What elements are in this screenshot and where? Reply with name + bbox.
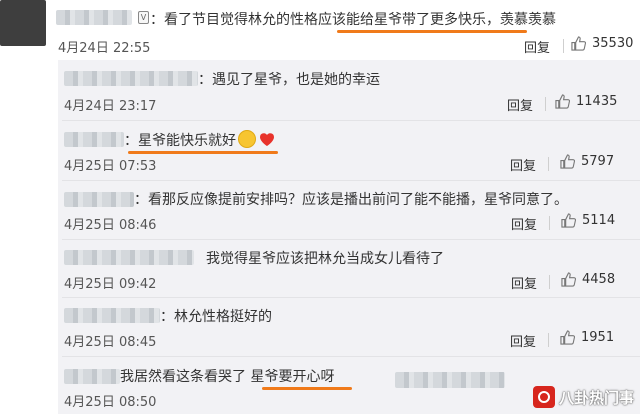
username-blurred[interactable] <box>64 250 194 265</box>
row-divider <box>62 120 640 121</box>
username-blurred[interactable] <box>64 369 120 384</box>
reply-text: 我觉得星爷应该把林允当成女儿看待了 <box>206 251 444 267</box>
reply-time: 4月24日 23:17 <box>64 99 157 114</box>
reply-text: ：看那反应像提前安排吗？应该是播出前问了能不能播，星爷同意了。 <box>134 192 568 208</box>
heart-icon <box>260 133 274 146</box>
reply-button[interactable]: 回复 <box>511 273 537 292</box>
watermark: 八卦热门事 <box>532 386 634 408</box>
divider <box>545 97 546 111</box>
divider <box>549 275 550 289</box>
username-blurred[interactable] <box>64 192 134 207</box>
main-comment-prefix: ：看了节目觉得林允的 <box>150 12 290 28</box>
divider <box>549 216 550 230</box>
divider <box>563 39 564 53</box>
like-count: 11435 <box>576 94 618 109</box>
row-divider <box>62 297 640 298</box>
reply-text: 我居然看这条看哭了 星爷要开心呀 <box>120 366 334 386</box>
reply-time: 4月25日 08:45 <box>64 335 157 350</box>
reply-time: 4月25日 09:42 <box>64 277 157 292</box>
like-button[interactable]: 1951 <box>560 330 614 345</box>
reply-button[interactable]: 回复 <box>511 214 537 233</box>
blurred-area <box>395 372 505 388</box>
username-blurred[interactable] <box>64 132 124 147</box>
like-count: 5797 <box>581 154 615 169</box>
thumbs-up-icon <box>561 213 576 228</box>
reply-text-prefix: 我居然看这条看哭了 <box>120 369 251 385</box>
thumbs-up-icon <box>560 330 575 345</box>
row-divider <box>62 239 640 240</box>
main-comment-text: ：看了节目觉得林允的性格应该能给星爷带了更多快乐，羡慕羡慕 <box>150 9 556 29</box>
thumbs-up-icon <box>561 272 576 287</box>
like-button[interactable]: 5797 <box>560 154 614 169</box>
like-button[interactable]: 35530 <box>571 36 633 51</box>
like-count: 4458 <box>582 272 616 287</box>
main-comment-highlight: 性格应该能给星爷带了更多快乐 <box>290 12 486 28</box>
reply-highlight-underline <box>128 151 278 154</box>
reply-time: 4月25日 07:53 <box>64 159 157 174</box>
thumbs-up-icon <box>571 36 586 51</box>
main-highlight-underline <box>337 30 527 33</box>
username-blurred[interactable] <box>64 308 160 323</box>
like-button[interactable]: 4458 <box>561 272 615 287</box>
reply-button[interactable]: 回复 <box>510 331 536 350</box>
reply-time: 4月25日 08:50 <box>64 395 157 410</box>
thumbs-up-icon <box>555 94 570 109</box>
reply-highlight-underline <box>262 387 352 390</box>
reply-button[interactable]: 回复 <box>510 155 536 174</box>
main-comment: V ：看了节目觉得林允的性格应该能给星爷带了更多快乐，羡慕羡慕 4月24日 22… <box>0 0 640 60</box>
divider <box>548 333 549 347</box>
watermark-logo-icon <box>532 386 555 408</box>
reply-text: ：星爷能快乐就好 <box>124 133 236 149</box>
like-button[interactable]: 11435 <box>555 94 617 109</box>
like-count: 5114 <box>582 213 616 228</box>
username-blurred[interactable] <box>64 71 198 86</box>
main-comment-suffix: ，羡慕羡慕 <box>486 12 556 28</box>
avatar[interactable] <box>0 0 46 46</box>
watermark-text: 八卦热门事 <box>558 388 634 407</box>
crying-emoji-icon <box>238 130 256 148</box>
divider <box>548 157 549 171</box>
row-divider <box>62 356 640 357</box>
reply-time: 4月25日 08:46 <box>64 218 157 233</box>
like-count: 35530 <box>592 36 634 51</box>
thumbs-up-icon <box>560 154 575 169</box>
reply-button[interactable]: 回复 <box>507 95 533 114</box>
like-button[interactable]: 5114 <box>561 213 615 228</box>
username-blurred[interactable] <box>56 10 132 25</box>
row-divider <box>62 180 640 181</box>
reply-button[interactable]: 回复 <box>524 37 550 56</box>
reply-text-highlight: 星爷要开心呀 <box>250 369 335 385</box>
vip-badge-icon: V <box>138 11 149 24</box>
like-count: 1951 <box>581 330 615 345</box>
comment-time: 4月24日 22:55 <box>58 41 151 56</box>
reply-text: ：遇见了星爷，也是她的幸运 <box>198 72 380 88</box>
reply-text: ：林允性格挺好的 <box>160 309 272 325</box>
